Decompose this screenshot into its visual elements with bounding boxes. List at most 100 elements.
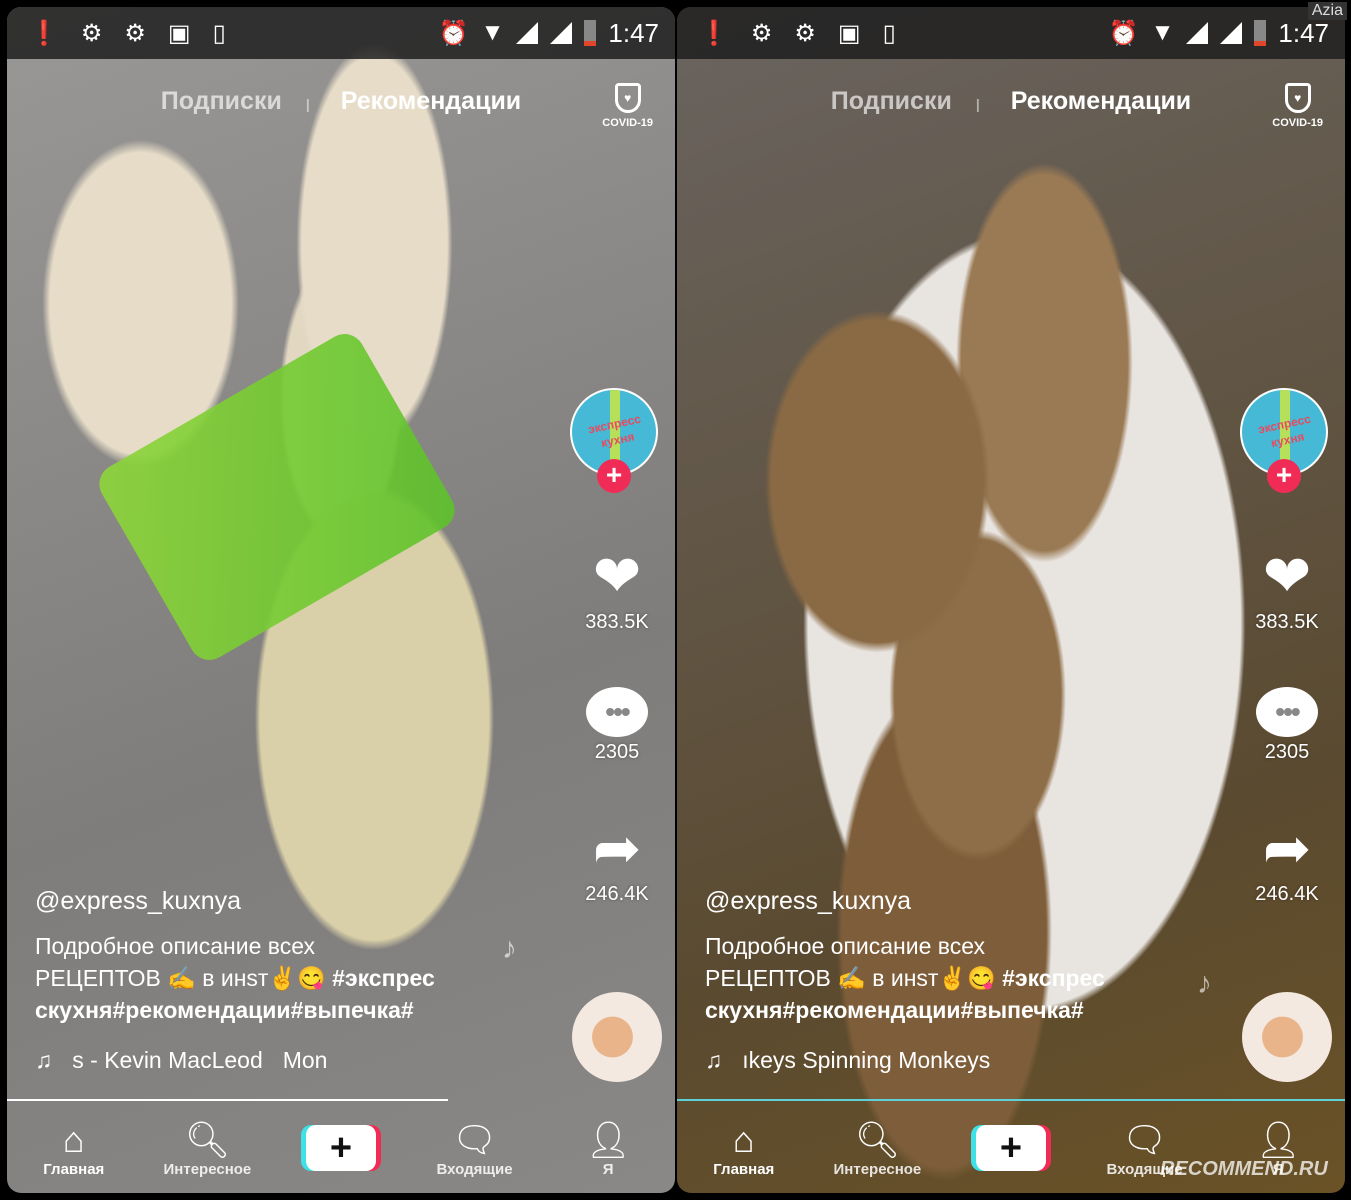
nav-inbox[interactable]: 🗨︎ Входящие <box>420 1119 530 1178</box>
alarm-icon: ⏰ <box>1108 19 1139 47</box>
image-icon: ▣ <box>837 19 861 47</box>
create-plus-icon: + <box>975 1125 1046 1171</box>
music-note-icon: ♫ <box>35 1047 53 1073</box>
hashtag[interactable]: #экспрес <box>332 965 435 991</box>
clock: 1:47 <box>1278 17 1329 48</box>
nav-create[interactable]: + <box>956 1125 1066 1171</box>
image-icon: ▣ <box>167 19 191 47</box>
shield-heart-icon: ♥ <box>614 83 641 113</box>
heart-icon: ❤ <box>1262 544 1312 609</box>
inbox-icon: 🗨︎ <box>1121 1118 1168 1160</box>
bug-icon: ⚙ <box>124 19 146 47</box>
follow-plus-button[interactable]: + <box>597 459 631 493</box>
comment-button[interactable]: ••• 2305 <box>1237 687 1337 764</box>
covid-button[interactable]: ♥ COVID-19 <box>1272 83 1323 129</box>
wifi-icon: ▼ <box>480 19 505 46</box>
alarm-icon: ⏰ <box>438 19 469 47</box>
battery-icon <box>584 20 597 46</box>
hashtags[interactable]: скухня#рекомендации#выпечка# <box>35 997 414 1023</box>
nav-label: Главная <box>43 1160 105 1178</box>
comment-icon: ••• <box>586 687 648 737</box>
like-count: 383.5K <box>585 611 649 633</box>
phone-alert-icon: ▯ <box>882 19 896 47</box>
video-progress-bar[interactable] <box>7 1099 448 1101</box>
signal-icon <box>550 22 573 44</box>
bottom-nav: ⌂ Главная 🔍︎ Интересное + 🗨︎ Входящие 👤︎ Я <box>7 1103 675 1193</box>
status-bar: ❗ ⚙ ⚙ ▣ ▯ ⏰ ▼ 1:47 <box>7 7 675 59</box>
bug-icon: ⚙ <box>794 19 816 47</box>
share-count: 246.4K <box>585 883 649 905</box>
nav-discover[interactable]: 🔍︎ Интересное <box>152 1119 262 1178</box>
hashtags[interactable]: скухня#рекомендации#выпечка# <box>705 997 1084 1023</box>
music-title: ıkeys Spinning Monkeys <box>742 1047 991 1073</box>
username[interactable]: @express_kuxnya <box>35 887 241 916</box>
follow-plus-button[interactable]: + <box>1267 459 1301 493</box>
description-line: Подробное описание всех <box>35 933 316 959</box>
share-button[interactable]: ➦ 246.4K <box>567 819 667 906</box>
music-track[interactable]: ♫ ıkeys Spinning Monkeys <box>705 1047 1010 1074</box>
nav-label: Я <box>602 1160 614 1178</box>
watermark-recommend: RECOMMEND.RU <box>1160 1158 1328 1180</box>
nav-label: Главная <box>713 1160 775 1178</box>
nav-label: Интересное <box>833 1160 922 1178</box>
signal-icon <box>516 22 539 44</box>
alert-icon: ❗ <box>29 19 59 47</box>
hashtag[interactable]: #экспрес <box>1002 965 1105 991</box>
description-line: Подробное описание всех <box>705 933 986 959</box>
covid-label: COVID-19 <box>1272 117 1323 129</box>
bug-icon: ⚙ <box>750 19 773 47</box>
music-note-icon: ♫ <box>705 1047 723 1073</box>
heart-icon: ❤ <box>592 544 642 609</box>
inbox-icon: 🗨︎ <box>451 1118 498 1160</box>
like-button[interactable]: ❤ 383.5K <box>1237 547 1337 634</box>
like-count: 383.5K <box>1255 611 1319 633</box>
feed-tabs: Подписки | Рекомендации <box>830 87 1192 115</box>
comment-button[interactable]: ••• 2305 <box>567 687 667 764</box>
music-track[interactable]: ♫ s - Kevin MacLeod Mon <box>35 1047 327 1074</box>
battery-icon <box>1254 20 1267 46</box>
search-icon: 🔍︎ <box>184 1118 231 1160</box>
music-title-marquee: Mon <box>282 1047 328 1073</box>
share-button[interactable]: ➦ 246.4K <box>1237 819 1337 906</box>
tab-following[interactable]: Подписки <box>831 87 952 115</box>
video-description: Подробное описание всех РЕЦЕПТОВ ✍️ в ин… <box>35 930 505 1026</box>
like-button[interactable]: ❤ 383.5K <box>567 547 667 634</box>
bug-icon: ⚙ <box>80 19 103 47</box>
music-title: s - Kevin MacLeod <box>72 1047 263 1073</box>
tiktok-screen-1: ❗ ⚙ ⚙ ▣ ▯ ⏰ ▼ 1:47 Подписки | Рекомендаци… <box>7 7 675 1193</box>
home-icon: ⌂ <box>62 1118 85 1160</box>
tab-following[interactable]: Подписки <box>161 87 282 115</box>
description-line: РЕЦЕПТОВ ✍️ в инsт✌️😋 <box>705 965 1003 991</box>
alert-icon: ❗ <box>699 19 729 47</box>
nav-profile[interactable]: 👤︎ Я <box>553 1119 663 1178</box>
video-description: Подробное описание всех РЕЦЕПТОВ ✍️ в ин… <box>705 930 1175 1026</box>
covid-button[interactable]: ♥ COVID-19 <box>602 83 653 129</box>
feed-tabs: Подписки | Рекомендации <box>160 87 522 115</box>
music-note-icon: ♪ <box>1197 967 1212 1000</box>
share-arrow-icon: ➦ <box>592 816 642 881</box>
search-icon: 🔍︎ <box>854 1118 901 1160</box>
status-bar: ❗ ⚙ ⚙ ▣ ▯ ⏰ ▼ 1:47 <box>677 7 1345 59</box>
shield-heart-icon: ♥ <box>1284 83 1311 113</box>
tab-for-you[interactable]: Рекомендации <box>1011 87 1191 115</box>
person-icon: 👤︎ <box>1255 1118 1302 1160</box>
pastry-brush <box>92 326 462 668</box>
person-icon: 👤︎ <box>585 1118 632 1160</box>
covid-label: COVID-19 <box>602 117 653 129</box>
nav-create[interactable]: + <box>286 1125 396 1171</box>
username[interactable]: @express_kuxnya <box>705 887 911 916</box>
music-disc[interactable] <box>1242 992 1332 1082</box>
nav-label: Интересное <box>163 1160 252 1178</box>
tab-for-you[interactable]: Рекомендации <box>341 87 521 115</box>
music-disc[interactable] <box>572 992 662 1082</box>
video-progress-bar[interactable] <box>677 1099 1345 1101</box>
nav-home[interactable]: ⌂ Главная <box>689 1119 799 1178</box>
description-line: РЕЦЕПТОВ ✍️ в инsт✌️😋 <box>35 965 333 991</box>
nav-home[interactable]: ⌂ Главная <box>19 1119 129 1178</box>
signal-icon <box>1220 22 1243 44</box>
nav-discover[interactable]: 🔍︎ Интересное <box>822 1119 932 1178</box>
phone-alert-icon: ▯ <box>212 19 226 47</box>
nav-label: Входящие <box>436 1160 513 1178</box>
tiktok-screen-2: ❗ ⚙ ⚙ ▣ ▯ ⏰ ▼ 1:47 Подписки | Рекомендаци… <box>677 7 1345 1193</box>
share-arrow-icon: ➦ <box>1262 816 1312 881</box>
